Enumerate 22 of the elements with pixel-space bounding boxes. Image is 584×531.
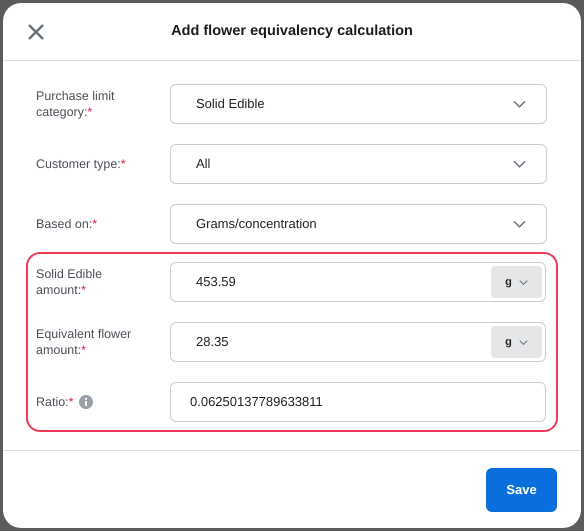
field-label: Purchase limit category:* xyxy=(36,88,116,120)
dialog-title: Add flower equivalency calculation xyxy=(170,22,414,41)
field-label: Based on:* xyxy=(36,216,98,232)
close-icon[interactable] xyxy=(28,24,44,40)
select-field[interactable]: Grams/concentration xyxy=(170,204,547,244)
select-field[interactable]: All xyxy=(170,144,547,184)
chevron-down-icon xyxy=(518,280,528,284)
select-field[interactable]: Solid Edible xyxy=(170,84,547,124)
chevron-down-icon xyxy=(513,160,526,168)
chevron-down-icon xyxy=(513,100,526,108)
unit-dropdown[interactable]: g xyxy=(491,326,542,358)
input-field[interactable]: 0.06250137789633811 xyxy=(170,382,546,422)
field-label: Solid Edible amount:* xyxy=(36,266,104,298)
field-label: Equivalent flower amount:* xyxy=(36,326,132,358)
chevron-down-icon xyxy=(518,340,528,344)
unit-dropdown[interactable]: g xyxy=(491,266,542,298)
amount-field[interactable]: 28.35 g xyxy=(170,322,546,362)
save-button[interactable]: Save xyxy=(486,468,557,512)
field-label: Ratio:* xyxy=(36,394,74,410)
field-label: Customer type:* xyxy=(36,156,126,172)
chevron-down-icon xyxy=(513,220,526,228)
amount-field[interactable]: 453.59 g xyxy=(170,262,546,302)
